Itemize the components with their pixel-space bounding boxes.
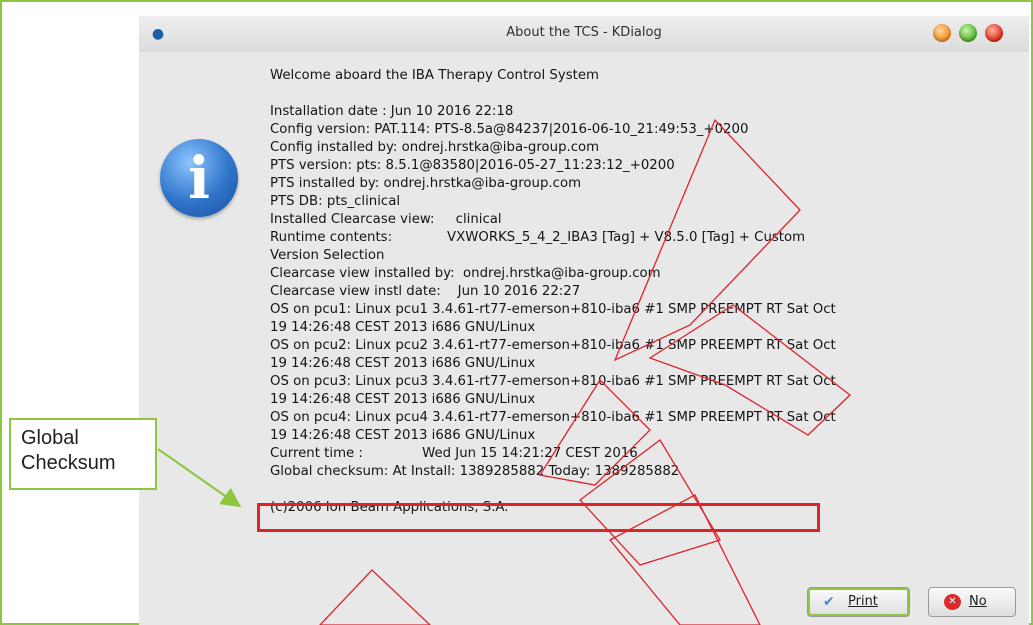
tamper-marks [319,118,851,625]
annotation-overlay [157,118,851,625]
red-shape [648,304,851,436]
red-shape [608,494,761,625]
red-shape [319,569,431,625]
red-shape [613,118,801,362]
callout-arrow [157,448,242,508]
red-shape [538,378,651,486]
